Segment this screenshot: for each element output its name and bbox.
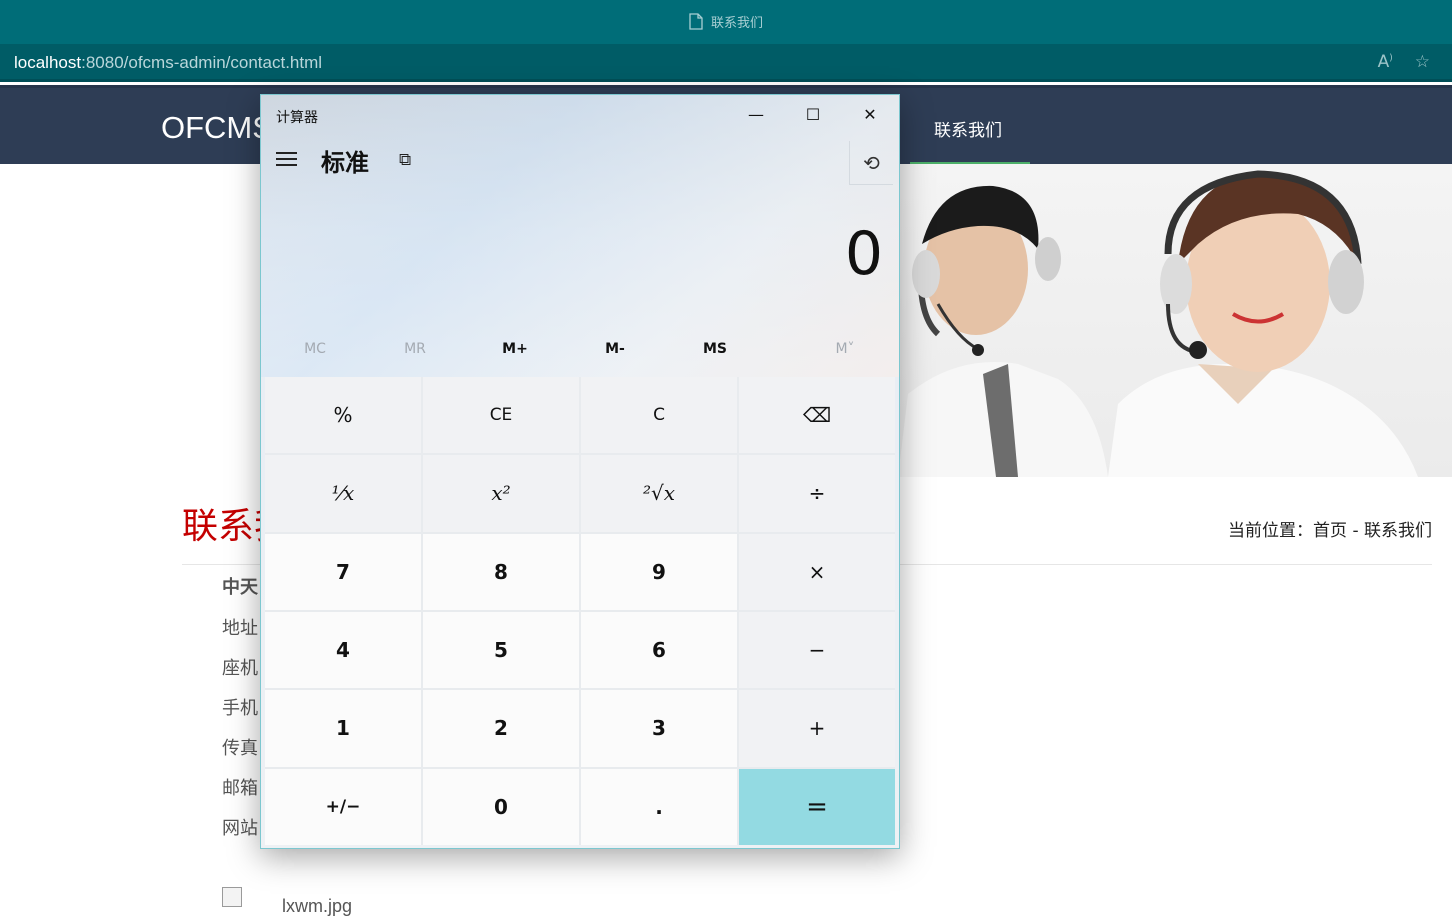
clear-entry-button[interactable]: CE xyxy=(423,377,579,454)
minimize-button[interactable]: — xyxy=(731,98,781,132)
site-logo[interactable]: OFCMS xyxy=(161,110,273,146)
digit-7-button[interactable]: 7 xyxy=(265,533,421,610)
address-bar: localhost:8080/ofcms-admin/contact.html … xyxy=(0,44,1452,82)
digit-0-button[interactable]: 0 xyxy=(423,768,579,845)
company-name: 中天 xyxy=(222,577,258,598)
digit-9-button[interactable]: 9 xyxy=(581,533,737,610)
square-label: x² xyxy=(491,481,511,506)
add-button[interactable]: + xyxy=(739,690,895,767)
nav-item-contact-label: 联系我们 xyxy=(934,121,1002,141)
banner-photo xyxy=(898,164,1452,477)
field-landline: 座机 xyxy=(222,658,258,679)
maximize-button[interactable]: ☐ xyxy=(788,98,838,132)
memory-recall-button[interactable]: MR xyxy=(365,341,465,357)
digit-4-button[interactable]: 4 xyxy=(265,612,421,689)
field-fax: 传真 xyxy=(222,738,258,759)
clear-button[interactable]: C xyxy=(581,377,737,454)
url-field[interactable]: localhost:8080/ofcms-admin/contact.html … xyxy=(0,44,1452,82)
field-website: 网站 xyxy=(222,818,258,839)
field-email: 邮箱 xyxy=(222,778,258,799)
divide-button[interactable]: ÷ xyxy=(739,455,895,532)
calculator-window-title: 计算器 xyxy=(276,110,318,126)
calculator-window: 计算器 — ☐ ✕ 标准 ⧉ ⟲ 0 MC MR M+ M- MS M˅ % C… xyxy=(260,94,900,849)
multiply-button[interactable]: × xyxy=(739,533,895,610)
memory-store-button[interactable]: MS xyxy=(665,341,765,357)
memory-clear-button[interactable]: MC xyxy=(265,341,365,357)
backspace-button[interactable]: ⌫ xyxy=(739,377,895,454)
memory-row: MC MR M+ M- MS M˅ xyxy=(261,341,899,371)
add-favorite-icon[interactable]: ☆ xyxy=(1415,52,1430,72)
equals-button[interactable]: = xyxy=(739,768,895,845)
digit-8-button[interactable]: 8 xyxy=(423,533,579,610)
decimal-button[interactable]: . xyxy=(581,768,737,845)
subtract-button[interactable]: − xyxy=(739,612,895,689)
customer-service-photo xyxy=(898,170,1418,477)
read-aloud-icon[interactable]: A) xyxy=(1378,52,1393,72)
url-host: localhost xyxy=(14,53,82,72)
keep-on-top-icon[interactable]: ⧉ xyxy=(399,150,411,170)
calculator-header-area xyxy=(261,95,899,377)
tab-title: 联系我们 xyxy=(0,12,1452,31)
square-button[interactable]: x² xyxy=(423,455,579,532)
digit-1-button[interactable]: 1 xyxy=(265,690,421,767)
close-button[interactable]: ✕ xyxy=(845,98,895,132)
digit-2-button[interactable]: 2 xyxy=(423,690,579,767)
broken-image-icon xyxy=(222,887,242,907)
memory-add-button[interactable]: M+ xyxy=(465,341,565,357)
url-path: :8080/ofcms-admin/contact.html xyxy=(81,53,323,72)
field-address: 地址 xyxy=(222,618,258,639)
field-mobile: 手机 xyxy=(222,698,258,719)
document-icon xyxy=(689,13,703,30)
image-alt-text: lxwm.jpg xyxy=(282,896,353,916)
url-text[interactable]: localhost:8080/ofcms-admin/contact.html xyxy=(14,53,322,73)
digit-3-button[interactable]: 3 xyxy=(581,690,737,767)
reciprocal-button[interactable]: ¹⁄x xyxy=(265,455,421,532)
memory-list-button[interactable]: M˅ xyxy=(795,341,895,357)
nav-item-contact[interactable]: 联系我们 xyxy=(910,88,1030,167)
history-icon[interactable]: ⟲ xyxy=(849,141,893,185)
digit-6-button[interactable]: 6 xyxy=(581,612,737,689)
browser-titlebar: 联系我们 xyxy=(0,0,1452,44)
calculator-keypad: % CE C ⌫ ¹⁄x x² ²√x ÷ 7 8 9 × 4 5 6 − 1 … xyxy=(265,377,895,845)
negate-button[interactable]: +/− xyxy=(265,768,421,845)
breadcrumb[interactable]: 当前位置：首页 - 联系我们 xyxy=(1228,516,1432,541)
menu-icon[interactable] xyxy=(276,152,297,170)
calculator-display: 0 xyxy=(844,219,883,289)
calculator-mode-title: 标准 xyxy=(321,149,369,177)
tab-title-text: 联系我们 xyxy=(710,16,763,31)
reciprocal-label: ¹⁄x xyxy=(331,481,355,506)
memory-subtract-button[interactable]: M- xyxy=(565,341,665,357)
square-root-label: ²√x xyxy=(642,481,676,506)
square-root-button[interactable]: ²√x xyxy=(581,455,737,532)
digit-5-button[interactable]: 5 xyxy=(423,612,579,689)
percent-button[interactable]: % xyxy=(265,377,421,454)
